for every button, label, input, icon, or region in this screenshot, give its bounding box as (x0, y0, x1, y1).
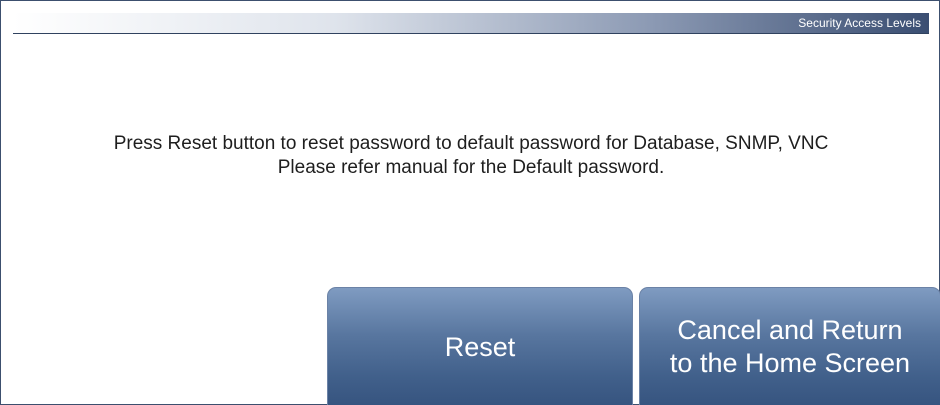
cancel-return-home-button[interactable]: Cancel and Return to the Home Screen (639, 287, 940, 405)
reset-button-label: Reset (444, 331, 516, 362)
cancel-button-label: Cancel and Return to the Home Screen (670, 314, 910, 380)
reset-button[interactable]: Reset (327, 287, 633, 405)
title-bar: Security Access Levels (13, 13, 929, 34)
instruction-line-1: Press Reset button to reset password to … (113, 133, 829, 154)
security-access-screen: Security Access Levels Press Reset butto… (0, 0, 940, 405)
instruction-line-2: Please refer manual for the Default pass… (277, 157, 665, 178)
page-title: Security Access Levels (798, 16, 921, 30)
reset-instructions: Press Reset button to reset password to … (1, 132, 940, 180)
cancel-button-label-line-1: Cancel and Return (677, 315, 903, 345)
cancel-button-label-line-2: to the Home Screen (669, 348, 911, 378)
